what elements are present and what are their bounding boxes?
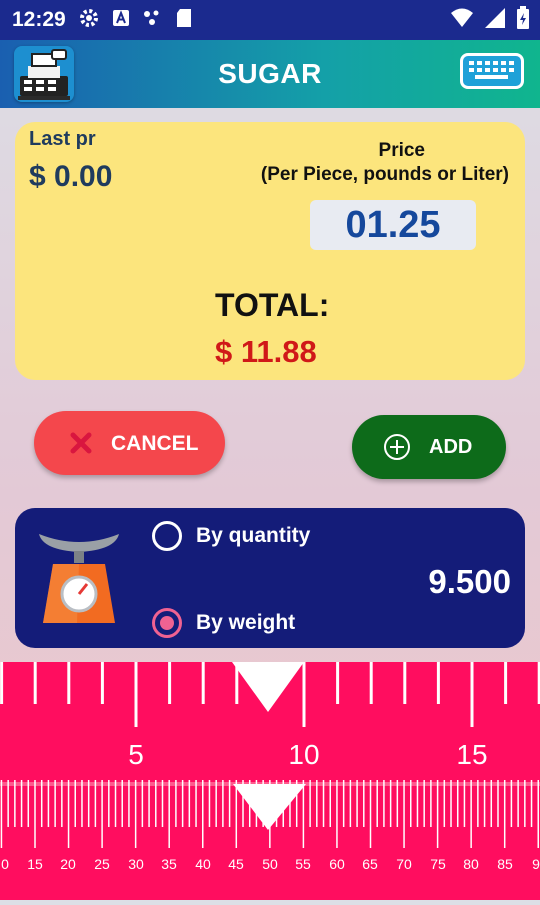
signal-icon <box>484 7 506 34</box>
ruler-major-label: 10 <box>288 739 319 770</box>
ruler-slider[interactable]: 5 10 15 0 15 20 25 30 35 40 45 50 55 60 65 70 75 80 85 9 <box>0 662 540 900</box>
ruler-minor-label: 80 <box>463 856 479 872</box>
wifi-icon <box>450 7 474 34</box>
add-button[interactable]: ADD <box>352 415 506 479</box>
by-quantity-radio[interactable] <box>152 521 182 551</box>
ruler-minor-label: 0 <box>1 856 9 872</box>
last-price-label: Last pr <box>29 128 96 150</box>
ruler-minor-label: 9 <box>532 856 540 872</box>
app-bar: SUGAR <box>0 40 540 108</box>
measure-card: By quantity By weight 9.500 <box>15 508 525 648</box>
total-value: $ 11.88 <box>215 334 317 369</box>
ruler-minor-label: 25 <box>94 856 110 872</box>
ruler-minor-label: 45 <box>228 856 244 872</box>
ruler-top-pointer <box>232 662 304 712</box>
dots-icon <box>142 8 164 33</box>
ruler-minor-label: 75 <box>430 856 446 872</box>
total-label: TOTAL: <box>215 287 330 323</box>
price-unit-note: (Per Piece, pounds or Liter) <box>260 164 509 185</box>
ruler-minor-label: 55 <box>295 856 311 872</box>
price-card: Last pr $ 0.00 Price (Per Piece, pounds … <box>15 122 525 380</box>
by-quantity-label[interactable]: By quantity <box>196 524 310 548</box>
ruler-minor-label: 30 <box>128 856 144 872</box>
ruler-minor-label: 85 <box>497 856 513 872</box>
page-title: SUGAR <box>218 58 322 89</box>
ruler-major-label: 15 <box>456 739 487 770</box>
keyboard-icon[interactable] <box>460 53 524 89</box>
ruler-minor-label: 15 <box>27 856 43 872</box>
close-icon <box>69 431 93 460</box>
weighing-scale-icon <box>37 528 121 633</box>
status-time: 12:29 <box>12 8 66 31</box>
by-weight-label[interactable]: By weight <box>196 611 295 635</box>
add-circle-icon <box>383 433 411 466</box>
ruler-minor-label: 50 <box>262 856 278 872</box>
ruler-minor-label: 60 <box>329 856 345 872</box>
measure-value: 9.500 <box>428 563 511 600</box>
ruler-minor-label: 40 <box>195 856 211 872</box>
ruler-minor-label: 70 <box>396 856 412 872</box>
cancel-button-label: CANCEL <box>111 432 199 455</box>
status-bar: 12:29 <box>0 0 540 40</box>
price-label: Price <box>378 140 425 161</box>
ruler-minor-label: 65 <box>362 856 378 872</box>
ruler-minor-label: 20 <box>60 856 76 872</box>
battery-icon <box>516 6 530 35</box>
by-weight-radio[interactable] <box>152 608 182 638</box>
price-input[interactable]: 01.25 <box>310 200 476 250</box>
settings-icon <box>78 7 100 34</box>
ruler-bottom-pointer <box>233 784 306 830</box>
ruler-major-label: 5 <box>128 739 144 770</box>
add-button-label: ADD <box>429 436 473 458</box>
sd-card-icon <box>176 8 192 33</box>
last-price-value: $ 0.00 <box>29 160 113 193</box>
ruler-minor-label: 35 <box>161 856 177 872</box>
a-badge-icon <box>112 9 130 32</box>
ruler-graphic: 5 10 15 0 15 20 25 30 35 40 45 50 55 60 65 70 75 80 85 9 <box>0 662 540 872</box>
cancel-button[interactable]: CANCEL <box>34 411 225 475</box>
